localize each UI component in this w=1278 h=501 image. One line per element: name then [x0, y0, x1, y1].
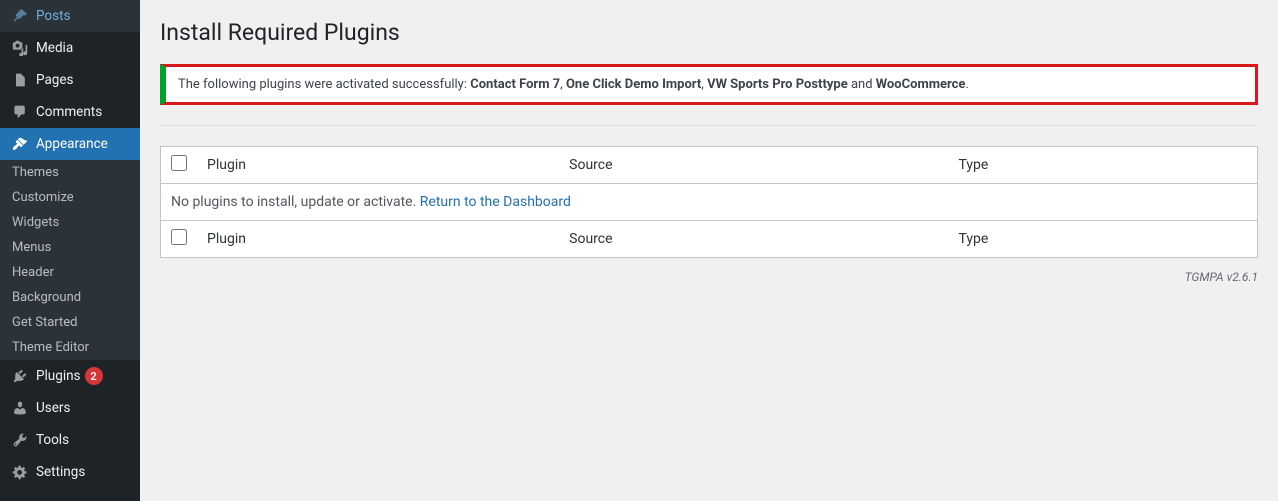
notice-plugin-3: VW Sports Pro Posttype [707, 77, 848, 92]
menu-item-plugins[interactable]: Plugins 2 [0, 360, 140, 392]
tools-icon [10, 430, 30, 450]
submenu-header[interactable]: Header [0, 260, 140, 285]
divider [160, 125, 1258, 126]
submenu-get-started[interactable]: Get Started [0, 310, 140, 335]
menu-label: Comments [36, 104, 102, 120]
notice-plugin-4: WooCommerce [876, 77, 966, 92]
menu-label: Media [36, 40, 73, 56]
menu-item-media[interactable]: Media [0, 32, 140, 64]
notice-plugin-1: Contact Form 7 [470, 77, 560, 92]
notice-plugin-2: One Click Demo Import [566, 77, 701, 92]
main-content: Install Required Plugins The following p… [140, 0, 1278, 501]
submenu-customize[interactable]: Customize [0, 185, 140, 210]
col-source-foot: Source [559, 221, 948, 258]
appearance-icon [10, 134, 30, 154]
page-title: Install Required Plugins [160, 19, 1258, 46]
select-all-bottom[interactable] [171, 229, 187, 245]
menu-label: Appearance [36, 136, 108, 152]
empty-message: No plugins to install, update or activat… [171, 194, 420, 210]
col-source: Source [559, 147, 948, 184]
menu-label: Pages [36, 72, 74, 88]
menu-label: Settings [36, 464, 85, 480]
version-label: TGMPA v2.6.1 [160, 270, 1258, 284]
col-plugin: Plugin [197, 147, 559, 184]
pin-icon [10, 6, 30, 26]
menu-item-comments[interactable]: Comments [0, 96, 140, 128]
table-footer-row: Plugin Source Type [161, 221, 1258, 258]
users-icon [10, 398, 30, 418]
pages-icon [10, 70, 30, 90]
col-plugin-foot: Plugin [197, 221, 559, 258]
menu-label: Tools [36, 432, 69, 448]
comments-icon [10, 102, 30, 122]
submenu-background[interactable]: Background [0, 285, 140, 310]
menu-label: Posts [36, 8, 70, 24]
menu-label: Plugins [36, 368, 81, 384]
col-type-foot: Type [949, 221, 1258, 258]
empty-row: No plugins to install, update or activat… [161, 184, 1258, 221]
submenu-theme-editor[interactable]: Theme Editor [0, 335, 140, 360]
menu-item-users[interactable]: Users [0, 392, 140, 424]
col-type: Type [949, 147, 1258, 184]
menu-item-settings[interactable]: Settings [0, 456, 140, 488]
submenu-appearance: Themes Customize Widgets Menus Header Ba… [0, 160, 140, 360]
return-dashboard-link[interactable]: Return to the Dashboard [420, 194, 571, 210]
admin-sidebar: Posts Media Pages Comments Appearance Th… [0, 0, 140, 501]
settings-icon [10, 462, 30, 482]
submenu-menus[interactable]: Menus [0, 235, 140, 260]
plugins-count-badge: 2 [85, 367, 103, 385]
plugins-table: Plugin Source Type No plugins to install… [160, 146, 1258, 258]
menu-item-tools[interactable]: Tools [0, 424, 140, 456]
menu-item-appearance[interactable]: Appearance [0, 128, 140, 160]
success-notice: The following plugins were activated suc… [160, 64, 1258, 105]
menu-label: Users [36, 400, 70, 416]
submenu-widgets[interactable]: Widgets [0, 210, 140, 235]
select-all-top[interactable] [171, 155, 187, 171]
table-header-row: Plugin Source Type [161, 147, 1258, 184]
submenu-themes[interactable]: Themes [0, 160, 140, 185]
menu-item-pages[interactable]: Pages [0, 64, 140, 96]
media-icon [10, 38, 30, 58]
menu-item-posts[interactable]: Posts [0, 0, 140, 32]
plugins-icon [10, 366, 30, 386]
notice-prefix: The following plugins were activated suc… [178, 77, 470, 92]
